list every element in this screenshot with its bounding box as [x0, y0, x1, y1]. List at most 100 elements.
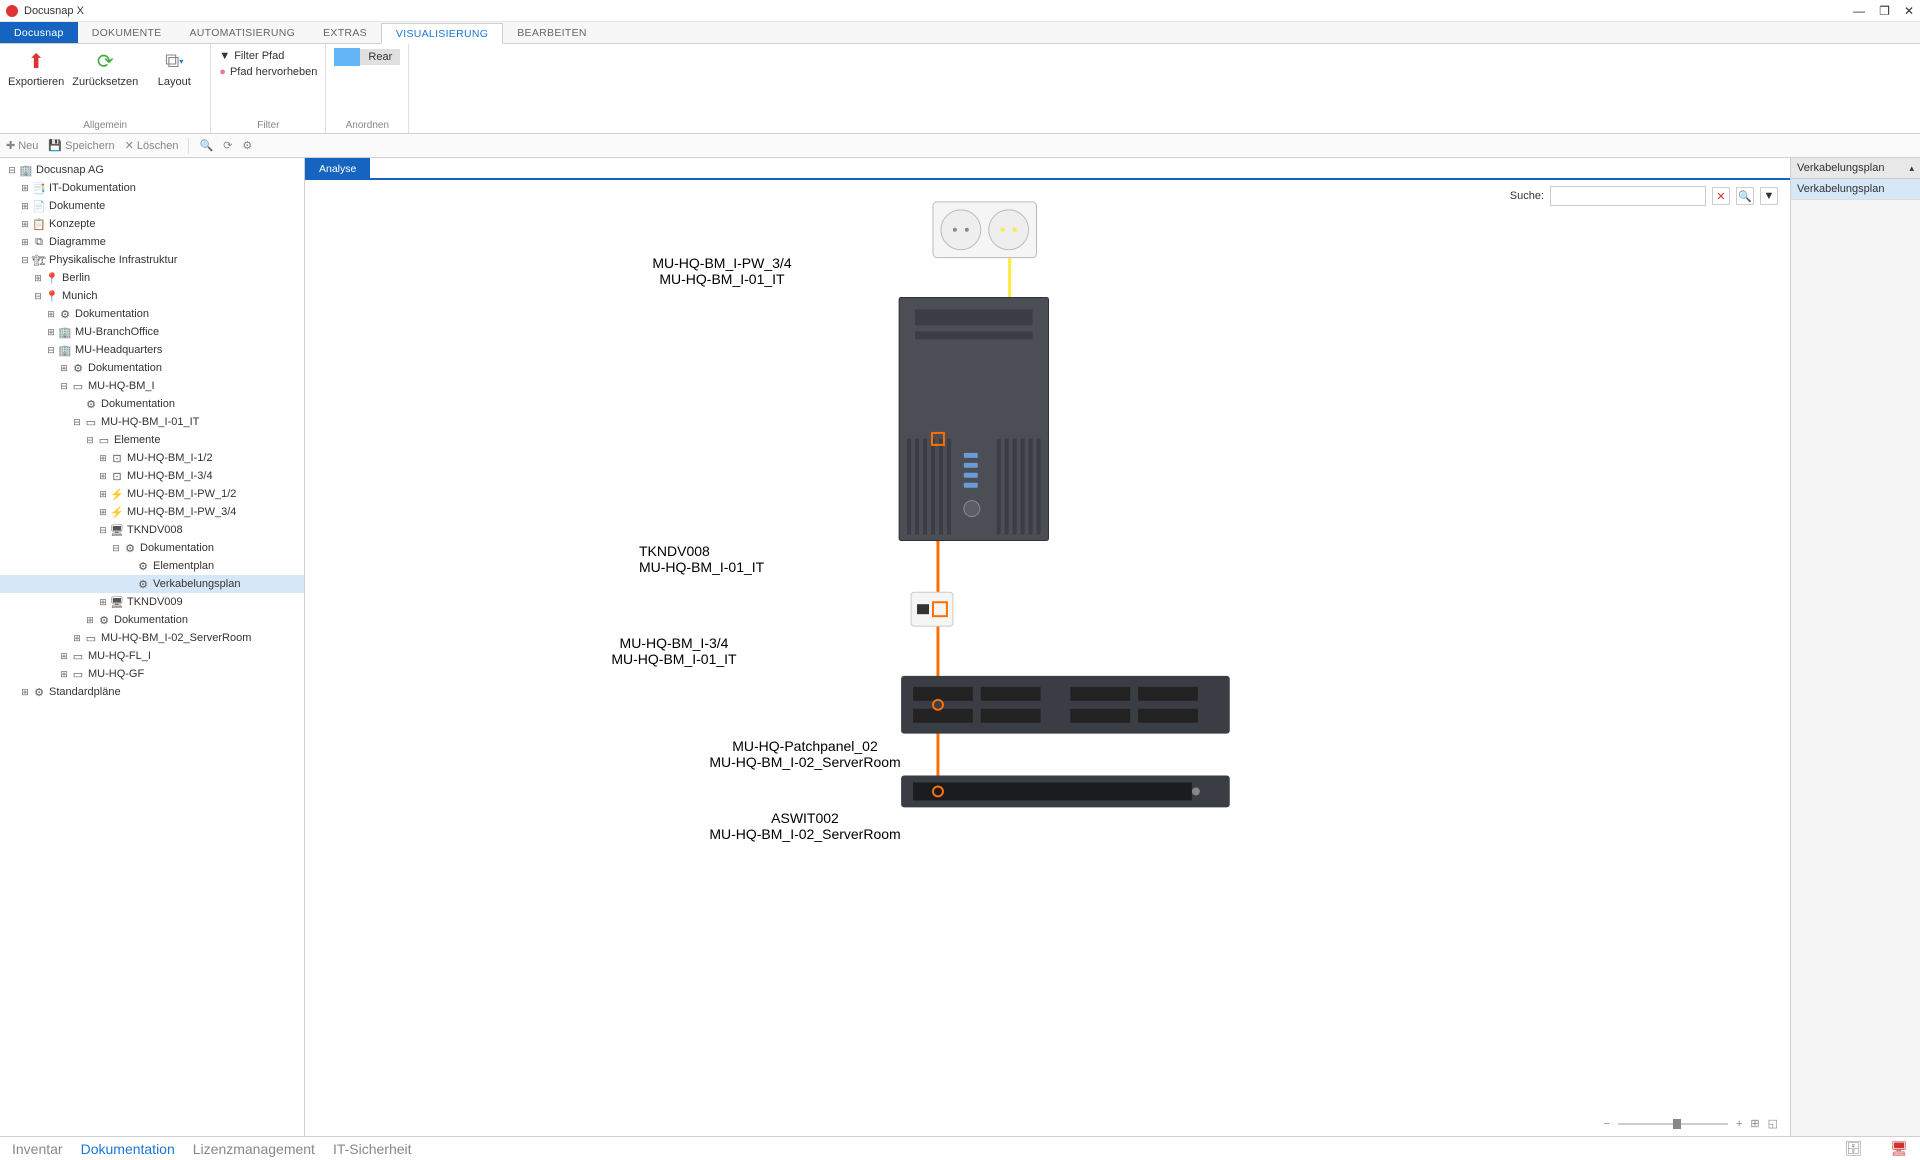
tree-toggle-icon[interactable]: ⊟: [32, 291, 44, 302]
menutab-dokumente[interactable]: DOKUMENTE: [78, 22, 176, 43]
tree-node[interactable]: ⊞⊡MU-HQ-BM_I-1/2: [0, 449, 304, 467]
tree-node[interactable]: ⊟▭MU-HQ-BM_I: [0, 377, 304, 395]
close-button[interactable]: ✕: [1904, 4, 1914, 18]
right-panel-item[interactable]: Verkabelungsplan: [1791, 179, 1920, 200]
tree-node[interactable]: ⊟🖥TKNDV008: [0, 521, 304, 539]
tree-node[interactable]: ⊞▭MU-HQ-FL_I: [0, 647, 304, 665]
tree-toggle-icon[interactable]: ⊟: [110, 543, 122, 554]
highlight-path-button[interactable]: ● Pfad hervorheben: [219, 66, 317, 78]
zoom-fit-button[interactable]: ⊞: [1750, 1117, 1759, 1130]
collapse-icon[interactable]: ▴: [1909, 163, 1914, 174]
tree-toggle-icon[interactable]: ⊞: [97, 489, 109, 500]
tree-node[interactable]: ⊞📑IT-Dokumentation: [0, 179, 304, 197]
tree-node[interactable]: ⊞📄Dokumente: [0, 197, 304, 215]
tree-node[interactable]: ⊞⚙Dokumentation: [0, 359, 304, 377]
nav-lizenzmanagement[interactable]: Lizenzmanagement: [193, 1141, 315, 1157]
tree-node[interactable]: ⊞🖥TKNDV009: [0, 593, 304, 611]
canvas-tab-analyse[interactable]: Analyse: [305, 158, 370, 180]
tree-toggle-icon[interactable]: ⊟: [97, 525, 109, 536]
tree-toggle-icon[interactable]: ⊞: [19, 219, 31, 230]
search-input[interactable]: [1550, 186, 1706, 206]
tree-toggle-icon[interactable]: ⊞: [58, 669, 70, 680]
nav-inventar[interactable]: Inventar: [12, 1141, 63, 1157]
tree-node[interactable]: ⊟▭Elemente: [0, 431, 304, 449]
tree-node[interactable]: ⊞⚡MU-HQ-BM_I-PW_3/4: [0, 503, 304, 521]
tree-toggle-icon[interactable]: ⊞: [71, 633, 83, 644]
menutab-docusnap[interactable]: Docusnap: [0, 22, 78, 43]
menutab-extras[interactable]: EXTRAS: [309, 22, 381, 43]
tree-node[interactable]: ⚙Elementplan: [0, 557, 304, 575]
tree-toggle-icon[interactable]: ⊞: [97, 453, 109, 464]
tree-toggle-icon[interactable]: ⊞: [19, 201, 31, 212]
tree-toggle-icon[interactable]: ⊟: [71, 417, 83, 428]
tree-toggle-icon[interactable]: ⊞: [19, 183, 31, 194]
minimize-button[interactable]: —: [1853, 4, 1865, 18]
tree-toggle-icon[interactable]: ⊟: [58, 381, 70, 392]
tree-node[interactable]: ⊞▭MU-HQ-BM_I-02_ServerRoom: [0, 629, 304, 647]
filter-path-button[interactable]: ▼ Filter Pfad: [219, 50, 317, 62]
tree-node[interactable]: ⚙Verkabelungsplan: [0, 575, 304, 593]
menutab-visualisierung[interactable]: VISUALISIERUNG: [381, 23, 503, 44]
search-clear-button[interactable]: ✕: [1712, 187, 1730, 205]
nav-dokumentation[interactable]: Dokumentation: [81, 1141, 175, 1157]
zoom-slider[interactable]: [1618, 1123, 1728, 1125]
refresh-small-button[interactable]: ⟳: [223, 139, 232, 152]
export-button[interactable]: ⬆ Exportieren: [8, 48, 64, 88]
reset-button[interactable]: ⟳ Zurücksetzen: [72, 48, 138, 88]
search-filter-button[interactable]: ▼: [1760, 187, 1778, 205]
maximize-button[interactable]: ❐: [1879, 4, 1890, 18]
tree-node[interactable]: ⊞📋Konzepte: [0, 215, 304, 233]
layout-button[interactable]: ⧉▾ Layout: [146, 48, 202, 88]
tree-node[interactable]: ⚙Dokumentation: [0, 395, 304, 413]
zoom-in-button[interactable]: +: [1736, 1118, 1742, 1130]
tree-toggle-icon[interactable]: ⊞: [32, 273, 44, 284]
zoom-actual-button[interactable]: ◱: [1768, 1117, 1778, 1130]
rear-toggle[interactable]: Rear: [334, 48, 400, 66]
tree-node[interactable]: ⊞🏢MU-BranchOffice: [0, 323, 304, 341]
tree-toggle-icon[interactable]: ⊞: [97, 471, 109, 482]
tree-panel[interactable]: ⊟🏢Docusnap AG⊞📑IT-Dokumentation⊞📄Dokumen…: [0, 158, 305, 1136]
tree-toggle-icon[interactable]: ⊟: [19, 255, 31, 266]
tree-toggle-icon[interactable]: ⊞: [97, 507, 109, 518]
tree-toggle-icon[interactable]: ⊟: [84, 435, 96, 446]
tree-toggle-icon[interactable]: ⊞: [58, 651, 70, 662]
tree-node[interactable]: ⊟🏗Physikalische Infrastruktur: [0, 251, 304, 269]
tree-toggle-icon[interactable]: ⊞: [45, 327, 57, 338]
zoom-out-button[interactable]: −: [1604, 1118, 1610, 1130]
tree-toggle-icon[interactable]: ⊞: [19, 237, 31, 248]
tree-node[interactable]: ⊞⧉Diagramme: [0, 233, 304, 251]
tree-node[interactable]: ⊟⚙Dokumentation: [0, 539, 304, 557]
tree-node[interactable]: ⊞⚡MU-HQ-BM_I-PW_1/2: [0, 485, 304, 503]
tree-item-icon: ⧉: [31, 236, 47, 249]
tree-toggle-icon[interactable]: ⊞: [84, 615, 96, 626]
tree-item-label: Dokumentation: [99, 398, 175, 410]
tree-node[interactable]: ⊟🏢MU-Headquarters: [0, 341, 304, 359]
tree-node[interactable]: ⊟🏢Docusnap AG: [0, 161, 304, 179]
diagram-canvas[interactable]: Suche: ✕ 🔍 ▼: [305, 180, 1790, 1136]
tree-toggle-icon[interactable]: ⊟: [6, 165, 18, 176]
tree-toggle-icon[interactable]: ⊞: [58, 363, 70, 374]
save-button[interactable]: 💾Speichern: [48, 139, 114, 152]
menutab-automatisierung[interactable]: AUTOMATISIERUNG: [175, 22, 309, 43]
tree-node[interactable]: ⊞⚙Dokumentation: [0, 611, 304, 629]
tree-node[interactable]: ⊞⚙Dokumentation: [0, 305, 304, 323]
tree-toggle-icon[interactable]: ⊞: [19, 687, 31, 698]
search-small-button[interactable]: 🔍: [199, 139, 213, 152]
search-icon: 🔍: [199, 139, 213, 152]
tree-toggle-icon[interactable]: ⊟: [45, 345, 57, 356]
tree-node[interactable]: ⊟▭MU-HQ-BM_I-01_IT: [0, 413, 304, 431]
tree-item-icon: 🖥: [109, 596, 125, 609]
tree-toggle-icon[interactable]: ⊞: [45, 309, 57, 320]
tree-node[interactable]: ⊞📍Berlin: [0, 269, 304, 287]
nav-itsicherheit[interactable]: IT-Sicherheit: [333, 1141, 412, 1157]
tree-node[interactable]: ⊞⊡MU-HQ-BM_I-3/4: [0, 467, 304, 485]
settings-small-button[interactable]: ⚙: [242, 139, 252, 152]
tree-node[interactable]: ⊞⚙Standardpläne: [0, 683, 304, 701]
tree-node[interactable]: ⊟📍Munich: [0, 287, 304, 305]
new-button[interactable]: ✚Neu: [6, 139, 38, 152]
delete-button[interactable]: ✕Löschen: [125, 139, 179, 152]
tree-toggle-icon[interactable]: ⊞: [97, 597, 109, 608]
tree-node[interactable]: ⊞▭MU-HQ-GF: [0, 665, 304, 683]
search-go-button[interactable]: 🔍: [1736, 187, 1754, 205]
menutab-bearbeiten[interactable]: BEARBEITEN: [503, 22, 601, 43]
